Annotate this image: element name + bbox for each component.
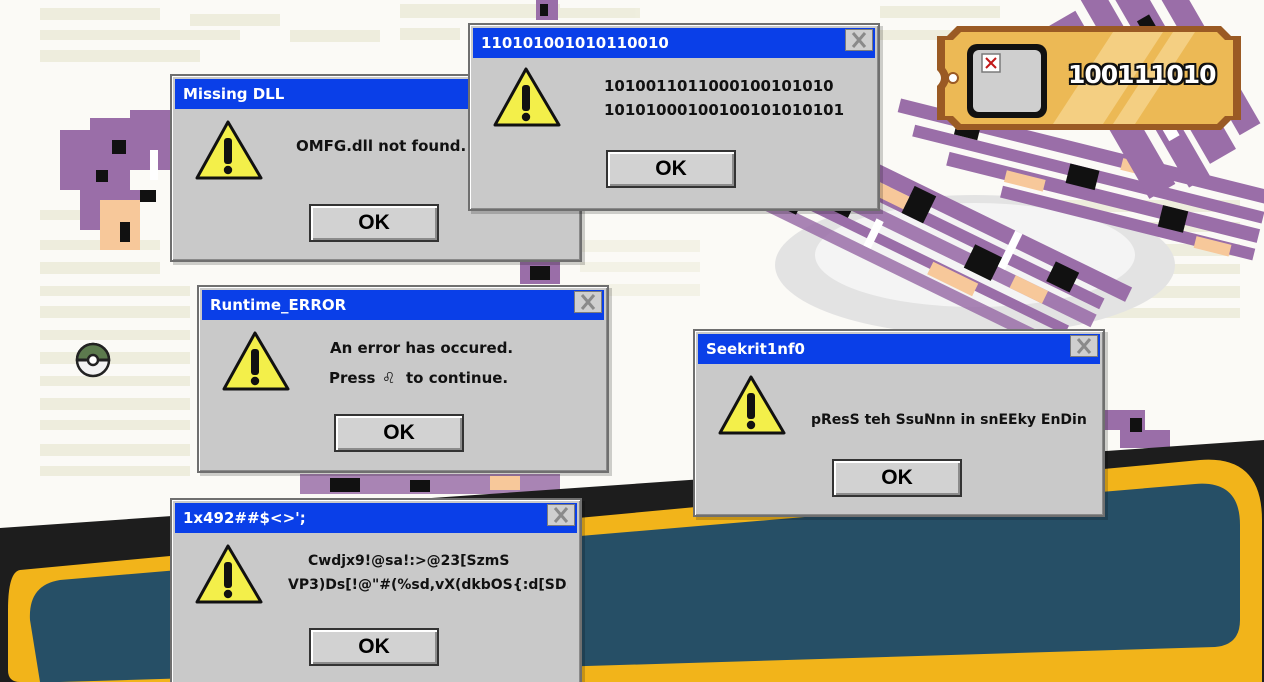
game-scene: 100111010 Missing DLL OMFG.dll not found…	[0, 0, 1264, 682]
broken-image-icon	[981, 53, 1001, 73]
dialog-message-line: OMFG.dll not found.	[296, 137, 467, 155]
leo-glyph-icon: ♌	[382, 369, 396, 387]
dialog-message-line: VP3)Ds[!@"#(%sd,vX(dkbOS{:d[SD.v	[288, 577, 568, 593]
close-icon	[553, 507, 569, 523]
close-button[interactable]	[547, 504, 575, 526]
badge-value: 100111010	[1068, 60, 1217, 89]
dialog-message-line: 10101000100100101010101	[604, 101, 845, 119]
dialog-message-line: Press	[329, 369, 376, 387]
ok-button[interactable]: OK	[309, 204, 439, 242]
close-icon	[851, 32, 867, 48]
warning-icon	[718, 375, 786, 435]
binary-dialog: 110101001010110010 101001101100010010101…	[468, 23, 880, 211]
dialog-message-line: pResS teh SsuNnn in snEEky EnDin	[811, 412, 1087, 428]
warning-icon	[222, 331, 290, 391]
dialog-title[interactable]: 110101001010110010	[473, 28, 875, 58]
close-button[interactable]	[574, 291, 602, 313]
close-button[interactable]	[1070, 335, 1098, 357]
ok-button[interactable]: OK	[832, 459, 962, 497]
dialog-title[interactable]: Seekrit1nf0	[698, 334, 1100, 364]
seekrit-dialog: Seekrit1nf0 pResS teh SsuNnn in snEEky E…	[693, 329, 1105, 517]
close-icon	[1076, 338, 1092, 354]
ok-button[interactable]: OK	[606, 150, 736, 188]
warning-icon	[493, 67, 561, 127]
pokeball-icon[interactable]	[74, 341, 112, 379]
dialog-title[interactable]: 1x492##$<>';	[175, 503, 577, 533]
warning-icon	[195, 120, 263, 180]
close-icon	[580, 294, 596, 310]
dialog-message-line: An error has occured.	[330, 339, 514, 357]
ok-button[interactable]: OK	[309, 628, 439, 666]
warning-icon	[195, 544, 263, 604]
garbled-dialog: 1x492##$<>'; Cwdjx9!@sa!:>@23[SzmS VP3)D…	[170, 498, 582, 682]
dialog-message-line: to continue.	[406, 369, 509, 387]
ok-button[interactable]: OK	[334, 414, 464, 452]
dialog-title[interactable]: Runtime_ERROR	[202, 290, 604, 320]
runtime-error-dialog: Runtime_ERROR An error has occured. Pres…	[197, 285, 609, 473]
close-button[interactable]	[845, 29, 873, 51]
